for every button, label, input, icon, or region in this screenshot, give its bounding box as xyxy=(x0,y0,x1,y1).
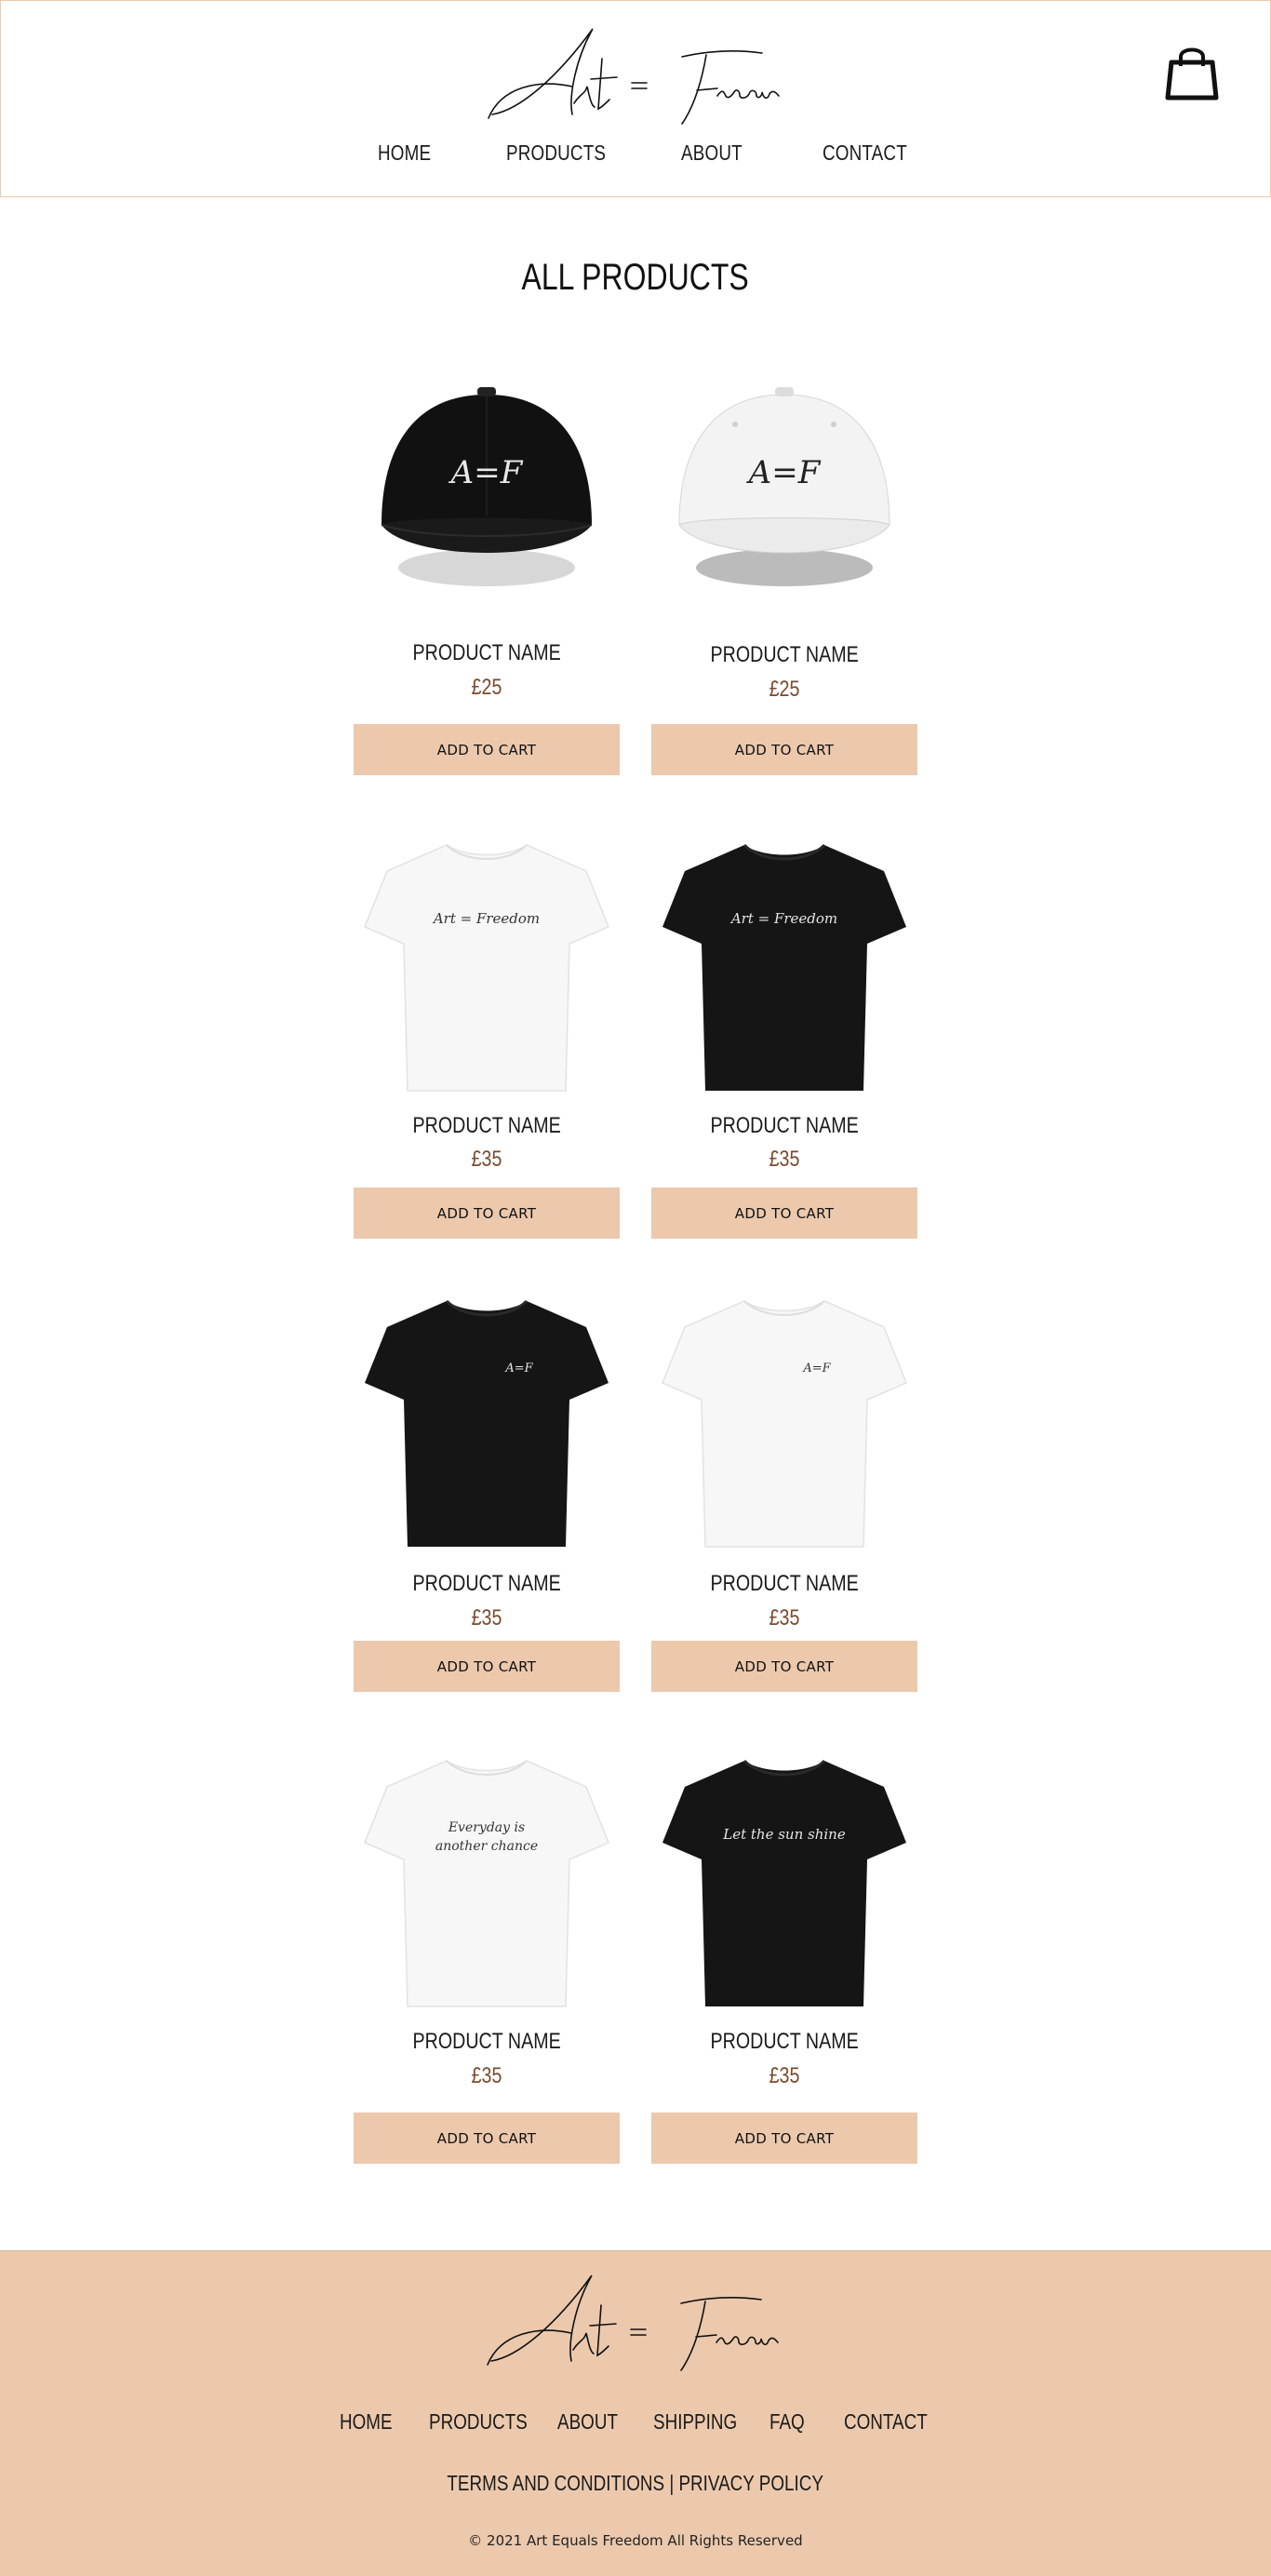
product-name: PRODUCT NAME xyxy=(412,1571,561,1596)
svg-text:A=F: A=F xyxy=(746,454,822,491)
footer-nav-faq[interactable]: FAQ xyxy=(769,2409,805,2435)
add-to-cart-button[interactable]: ADD TO CART xyxy=(354,1641,620,1692)
svg-text:A=F: A=F xyxy=(504,1362,533,1375)
nav-home[interactable]: HOME xyxy=(378,141,431,166)
product-price: £25 xyxy=(471,675,502,700)
product-name: PRODUCT NAME xyxy=(412,2029,561,2054)
product-name: PRODUCT NAME xyxy=(710,642,859,667)
product-price: £35 xyxy=(769,1147,800,1172)
product-price: £35 xyxy=(769,1605,800,1630)
svg-text:A=F: A=F xyxy=(802,1362,831,1375)
product-name: PRODUCT NAME xyxy=(710,1113,859,1138)
add-to-cart-button[interactable]: ADD TO CART xyxy=(651,1187,917,1239)
svg-text:A=F: A=F xyxy=(448,454,524,491)
main-nav: HOME PRODUCTS ABOUT CONTACT xyxy=(1,141,1271,174)
footer-nav-products[interactable]: PRODUCTS xyxy=(429,2409,528,2435)
black-tshirt-image[interactable]: A=F xyxy=(354,1286,620,1565)
product-name: PRODUCT NAME xyxy=(412,1113,561,1138)
art-freedom-logo[interactable] xyxy=(483,21,790,131)
nav-contact[interactable]: CONTACT xyxy=(823,141,907,166)
product-name: PRODUCT NAME xyxy=(710,1571,859,1596)
svg-text:Art = Freedom: Art = Freedom xyxy=(432,910,540,927)
product-name: PRODUCT NAME xyxy=(710,2029,859,2054)
product-name: PRODUCT NAME xyxy=(412,640,561,665)
product-price: £35 xyxy=(471,1147,502,1172)
footer-nav-home[interactable]: HOME xyxy=(340,2409,393,2435)
product-price: £35 xyxy=(471,2063,502,2088)
product-price: £35 xyxy=(471,1605,502,1630)
footer-nav: HOME PRODUCTS ABOUT SHIPPING FAQ CONTACT xyxy=(0,2409,1271,2441)
black-cap-image[interactable]: A=F xyxy=(354,357,620,637)
page-title: ALL PRODUCTS xyxy=(521,257,750,298)
footer-nav-shipping[interactable]: SHIPPING xyxy=(653,2409,737,2435)
legal-separator: | xyxy=(669,2471,675,2495)
white-tshirt-image[interactable]: A=F xyxy=(651,1286,917,1565)
svg-text:another chance: another chance xyxy=(435,1839,538,1854)
nav-about[interactable]: ABOUT xyxy=(681,141,743,166)
copyright-text: © 2021 Art Equals Freedom All Rights Res… xyxy=(468,2532,803,2549)
site-footer: HOME PRODUCTS ABOUT SHIPPING FAQ CONTACT… xyxy=(0,2250,1271,2576)
legal-links: TERMS AND CONDITIONS | PRIVACY POLICY xyxy=(0,2471,1271,2496)
black-tshirt-image[interactable]: Art = Freedom xyxy=(651,830,917,1109)
footer-nav-about[interactable]: ABOUT xyxy=(557,2409,618,2435)
white-tshirt-image[interactable]: Art = Freedom xyxy=(354,830,620,1109)
add-to-cart-button[interactable]: ADD TO CART xyxy=(354,724,620,775)
site-header: HOME PRODUCTS ABOUT CONTACT xyxy=(0,0,1271,197)
svg-text:Let the sun shine: Let the sun shine xyxy=(722,1826,846,1843)
add-to-cart-button[interactable]: ADD TO CART xyxy=(651,1641,917,1692)
privacy-link[interactable]: PRIVACY POLICY xyxy=(679,2471,823,2495)
art-freedom-logo[interactable] xyxy=(482,2268,789,2378)
add-to-cart-button[interactable]: ADD TO CART xyxy=(651,2113,917,2164)
terms-link[interactable]: TERMS AND CONDITIONS xyxy=(448,2471,665,2495)
footer-nav-contact[interactable]: CONTACT xyxy=(844,2409,928,2435)
black-tshirt-image[interactable]: Let the sun shine xyxy=(651,1746,917,2025)
product-price: £35 xyxy=(769,2063,800,2088)
add-to-cart-button[interactable]: ADD TO CART xyxy=(651,724,917,775)
add-to-cart-button[interactable]: ADD TO CART xyxy=(354,1187,620,1239)
add-to-cart-button[interactable]: ADD TO CART xyxy=(354,2113,620,2164)
nav-products[interactable]: PRODUCTS xyxy=(506,141,606,166)
product-price: £25 xyxy=(769,677,800,702)
svg-text:Everyday is: Everyday is xyxy=(448,1820,525,1835)
white-cap-image[interactable]: A=F xyxy=(651,357,917,637)
svg-text:Art = Freedom: Art = Freedom xyxy=(729,910,837,927)
shopping-bag-icon[interactable] xyxy=(1164,42,1220,103)
white-tshirt-image[interactable]: Everyday is another chance xyxy=(354,1746,620,2025)
